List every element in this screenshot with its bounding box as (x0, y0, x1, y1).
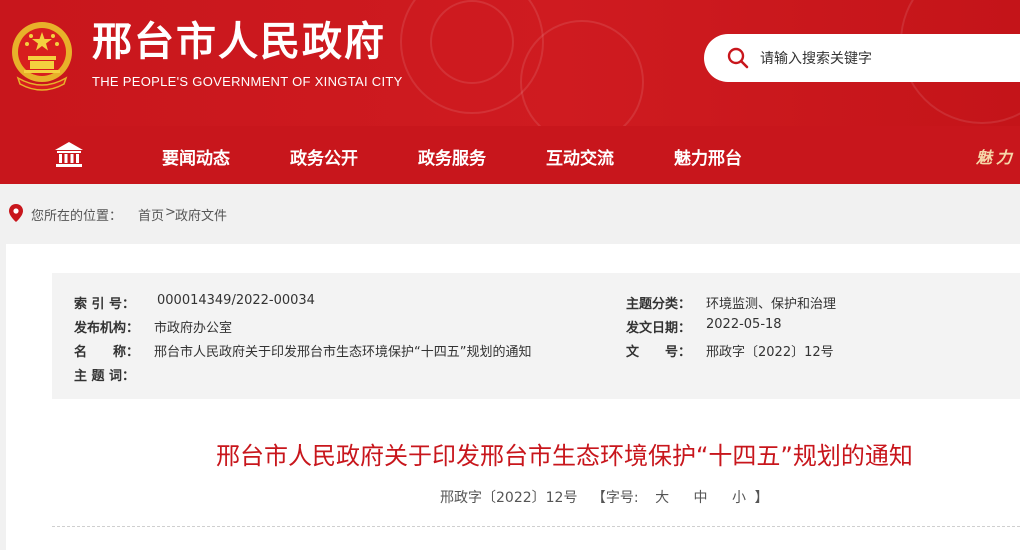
site-title[interactable]: 邢台市人民政府 (92, 18, 386, 66)
search-icon[interactable] (726, 46, 750, 70)
document-number: 邢政字〔2022〕12号 (440, 490, 578, 506)
nav-item-news[interactable]: 要闻动态 (162, 144, 230, 169)
font-size-large-button[interactable]: 大 (655, 490, 669, 506)
subject-words-label: 主 题 词： (74, 369, 136, 384)
document-metadata: 索 引 号： 000014349/2022-00034 发布机构： 市政府办公室… (52, 273, 1020, 399)
category-label: 主题分类： (626, 297, 692, 312)
publisher-label: 发布机构： (74, 321, 140, 336)
search-box[interactable] (704, 34, 1020, 82)
site-header: 邢台市人民政府 THE PEOPLE'S GOVERNMENT OF XINGT… (0, 0, 1020, 126)
font-size-suffix: 】 (754, 490, 769, 506)
slogan-text: 魅力 (976, 148, 1017, 167)
decorative-flower (430, 0, 514, 84)
issue-date-value: 2022-05-18 (706, 317, 782, 332)
category-value: 环境监测、保护和治理 (706, 297, 837, 312)
decorative-flower (520, 20, 644, 126)
breadcrumb: 您所在的位置： 首页 > 政府文件 (0, 184, 1020, 244)
nav-item-charm-xingtai[interactable]: 魅力邢台 (674, 144, 742, 169)
issue-date-label: 发文日期： (626, 321, 692, 336)
main-nav: 要闻动态 政务公开 政务服务 互动交流 魅力邢台 魅力 (0, 126, 1020, 184)
nav-item-government-affairs[interactable]: 政务公开 (290, 144, 358, 169)
breadcrumb-home-link[interactable]: 首页 (138, 205, 164, 224)
index-number-value: 000014349/2022-00034 (157, 293, 315, 308)
document-number-label: 文 号： (626, 345, 692, 360)
breadcrumb-current[interactable]: 政府文件 (175, 205, 227, 224)
document-name-label: 名 称： (74, 345, 140, 360)
search-input[interactable] (758, 46, 1012, 72)
font-size-small-button[interactable]: 小 (732, 490, 746, 506)
publisher-value: 市政府办公室 (154, 321, 233, 336)
document-info-line: 邢政字〔2022〕12号 【字号: 大 中 小 】 (440, 487, 768, 507)
document-number-value: 邢政字〔2022〕12号 (706, 345, 834, 360)
divider (52, 526, 1020, 527)
location-pin-icon (9, 204, 23, 222)
breadcrumb-label: 您所在的位置： (31, 209, 123, 224)
site-subtitle: THE PEOPLE'S GOVERNMENT OF XINGTAI CITY (92, 74, 403, 89)
nav-item-interaction[interactable]: 互动交流 (546, 144, 614, 169)
font-size-medium-button[interactable]: 中 (694, 490, 708, 506)
content-panel: 索 引 号： 000014349/2022-00034 发布机构： 市政府办公室… (6, 244, 1020, 550)
nav-item-services[interactable]: 政务服务 (418, 144, 486, 169)
font-size-prefix: 【字号: (591, 490, 639, 506)
document-title: 邢台市人民政府关于印发邢台市生态环境保护“十四五”规划的通知 (216, 442, 913, 470)
government-building-icon[interactable] (54, 141, 84, 169)
index-number-label: 索 引 号： (74, 297, 136, 312)
document-name-value: 邢台市人民政府关于印发邢台市生态环境保护“十四五”规划的通知 (154, 345, 532, 360)
national-emblem-icon (12, 22, 72, 91)
